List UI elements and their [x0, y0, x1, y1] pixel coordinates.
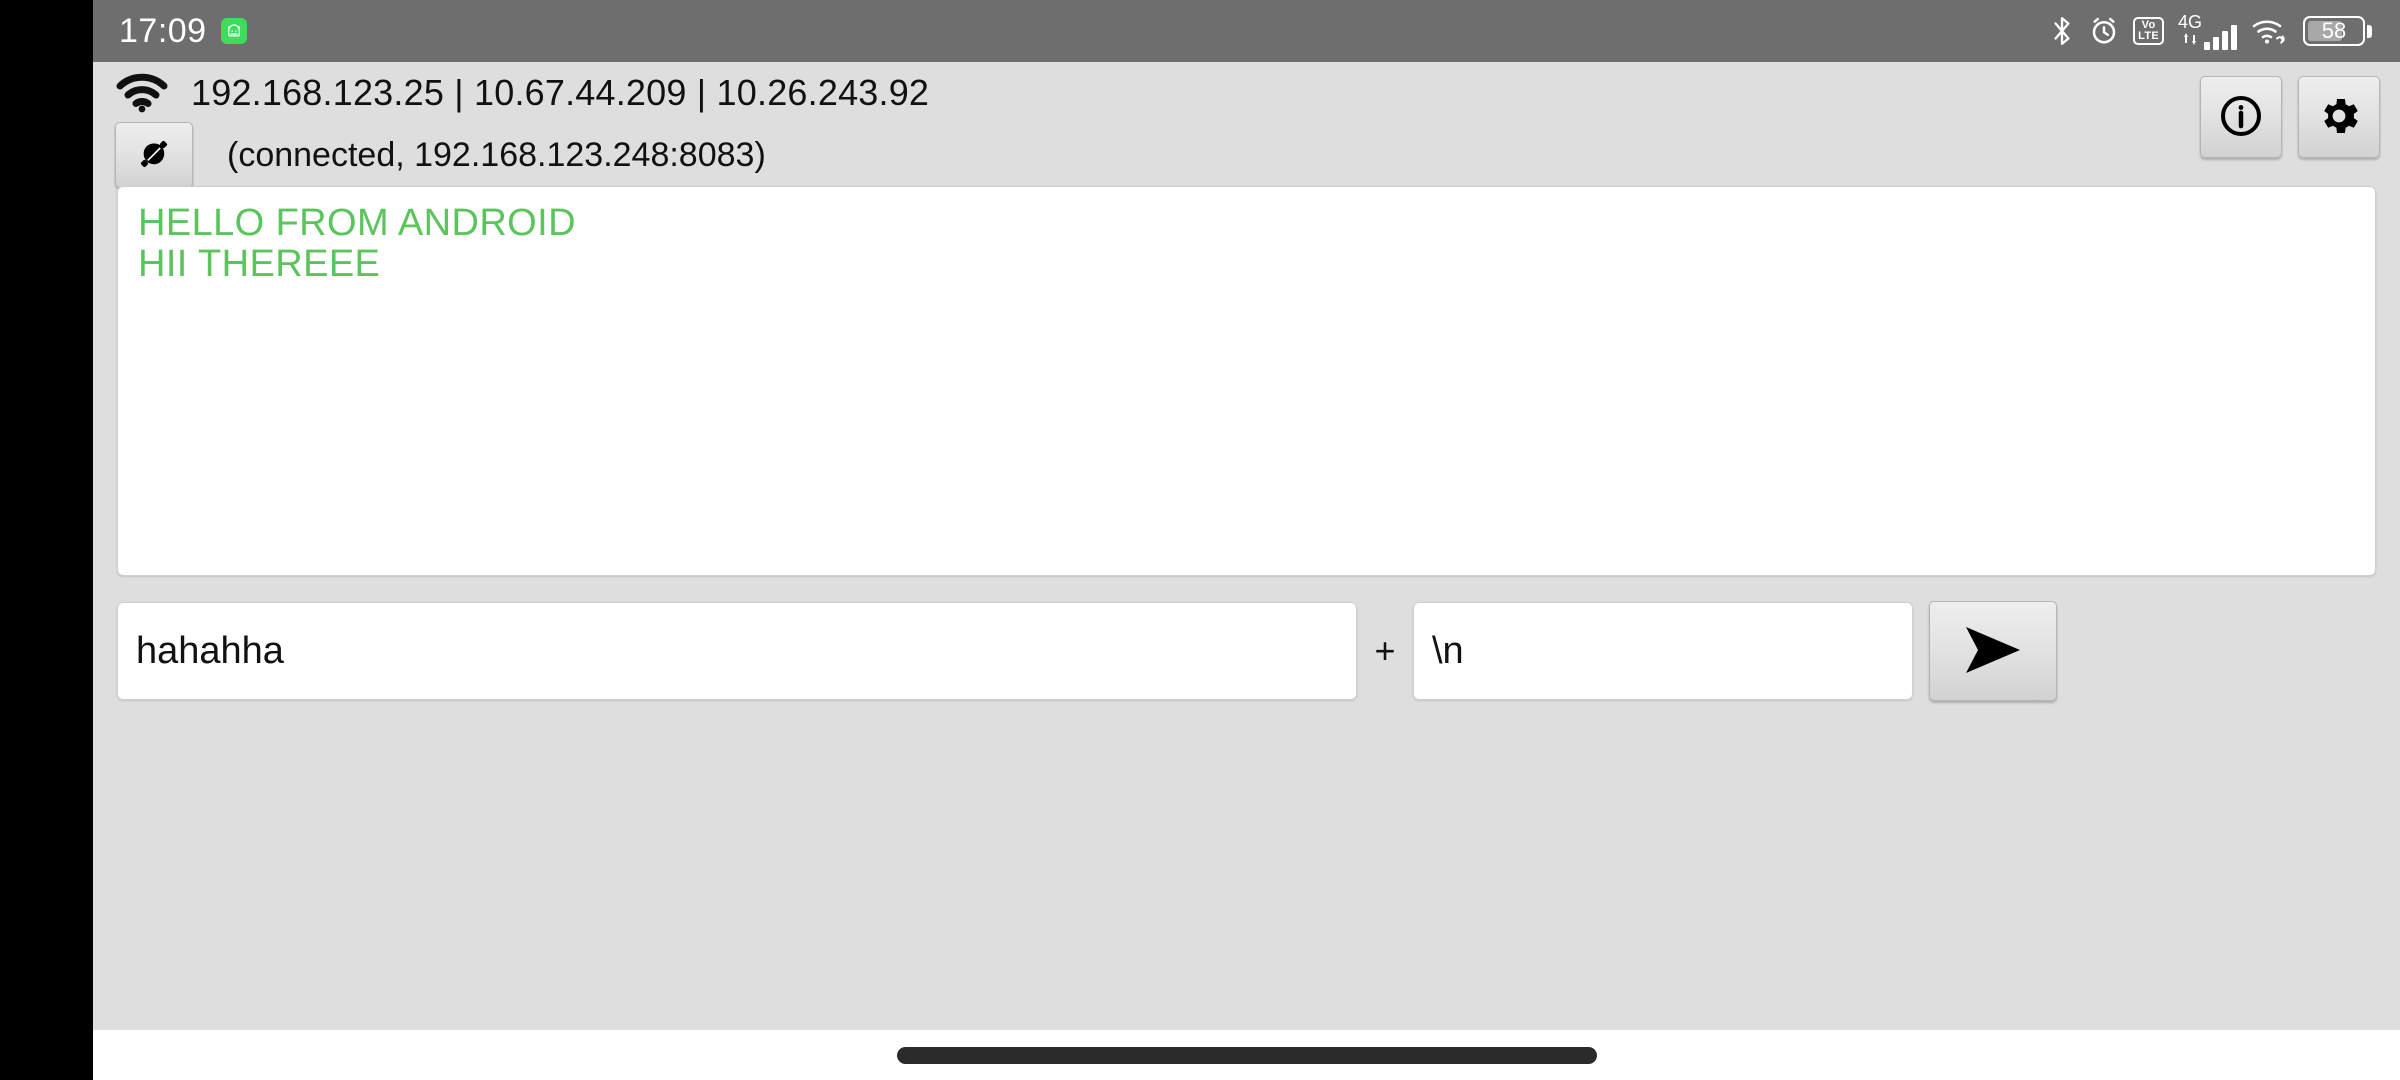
status-bar-left: 17:09: [119, 12, 247, 51]
message-input-row: hahahha + \n: [93, 592, 2400, 710]
app-window: 192.168.123.25 | 10.67.44.209 | 10.26.24…: [93, 62, 2400, 1030]
home-gesture-pill[interactable]: [896, 1046, 1597, 1064]
android-status-bar: 17:09 Vo LTE 4G 58: [93, 0, 2400, 62]
phone-screen: 17:09 Vo LTE 4G 58 192.168.123.25 | 10.6…: [0, 0, 2400, 1080]
header-actions: [2200, 76, 2380, 158]
concat-separator-label: +: [1374, 630, 1396, 671]
info-circle-icon: [2218, 93, 2264, 142]
data-transfer-icon: [2182, 32, 2198, 50]
status-bar-icons: Vo LTE 4G 58: [2049, 13, 2372, 50]
suffix-input[interactable]: \n: [1413, 602, 1913, 700]
connection-status-label: (connected, 192.168.123.248:8083): [227, 135, 766, 174]
gear-icon: [2315, 92, 2363, 143]
signal-bars-icon: [2204, 24, 2237, 50]
message-input[interactable]: hahahha: [117, 602, 1357, 700]
network-type-label: 4G: [2177, 11, 2202, 32]
wifi-link-icon: [2251, 16, 2289, 46]
wifi-icon: [115, 72, 169, 114]
bluetooth-icon: [2049, 15, 2075, 47]
send-arrow-icon: [1960, 623, 2026, 680]
plug-connector-icon: [134, 134, 174, 177]
log-line: HII THEREEE: [138, 243, 381, 286]
battery-icon: 58: [2303, 16, 2372, 46]
connection-row: (connected, 192.168.123.248:8083): [93, 122, 2400, 188]
android-robot-icon: [220, 18, 247, 44]
volte-label-bottom: LTE: [2138, 30, 2159, 42]
log-line: HELLO FROM ANDROID: [138, 202, 576, 244]
ip-addresses-label: 192.168.123.25 | 10.67.44.209 | 10.26.24…: [191, 72, 930, 113]
battery-level-label: 58: [2321, 18, 2347, 43]
settings-button[interactable]: [2298, 76, 2380, 158]
connect-toggle-button[interactable]: [115, 122, 193, 188]
info-button[interactable]: [2200, 76, 2282, 158]
volte-icon: Vo LTE: [2133, 17, 2164, 45]
screen-bezel-left: [0, 0, 93, 1080]
android-navigation-bar: [93, 1030, 2400, 1080]
send-button[interactable]: [1929, 601, 2057, 701]
mobile-signal-group: 4G: [2178, 13, 2237, 50]
alarm-icon: [2089, 16, 2119, 46]
ip-address-row: 192.168.123.25 | 10.67.44.209 | 10.26.24…: [93, 62, 2400, 124]
status-bar-clock: 17:09: [119, 11, 207, 50]
log-output-panel[interactable]: HELLO FROM ANDROID HII THEREEE: [117, 186, 2376, 576]
